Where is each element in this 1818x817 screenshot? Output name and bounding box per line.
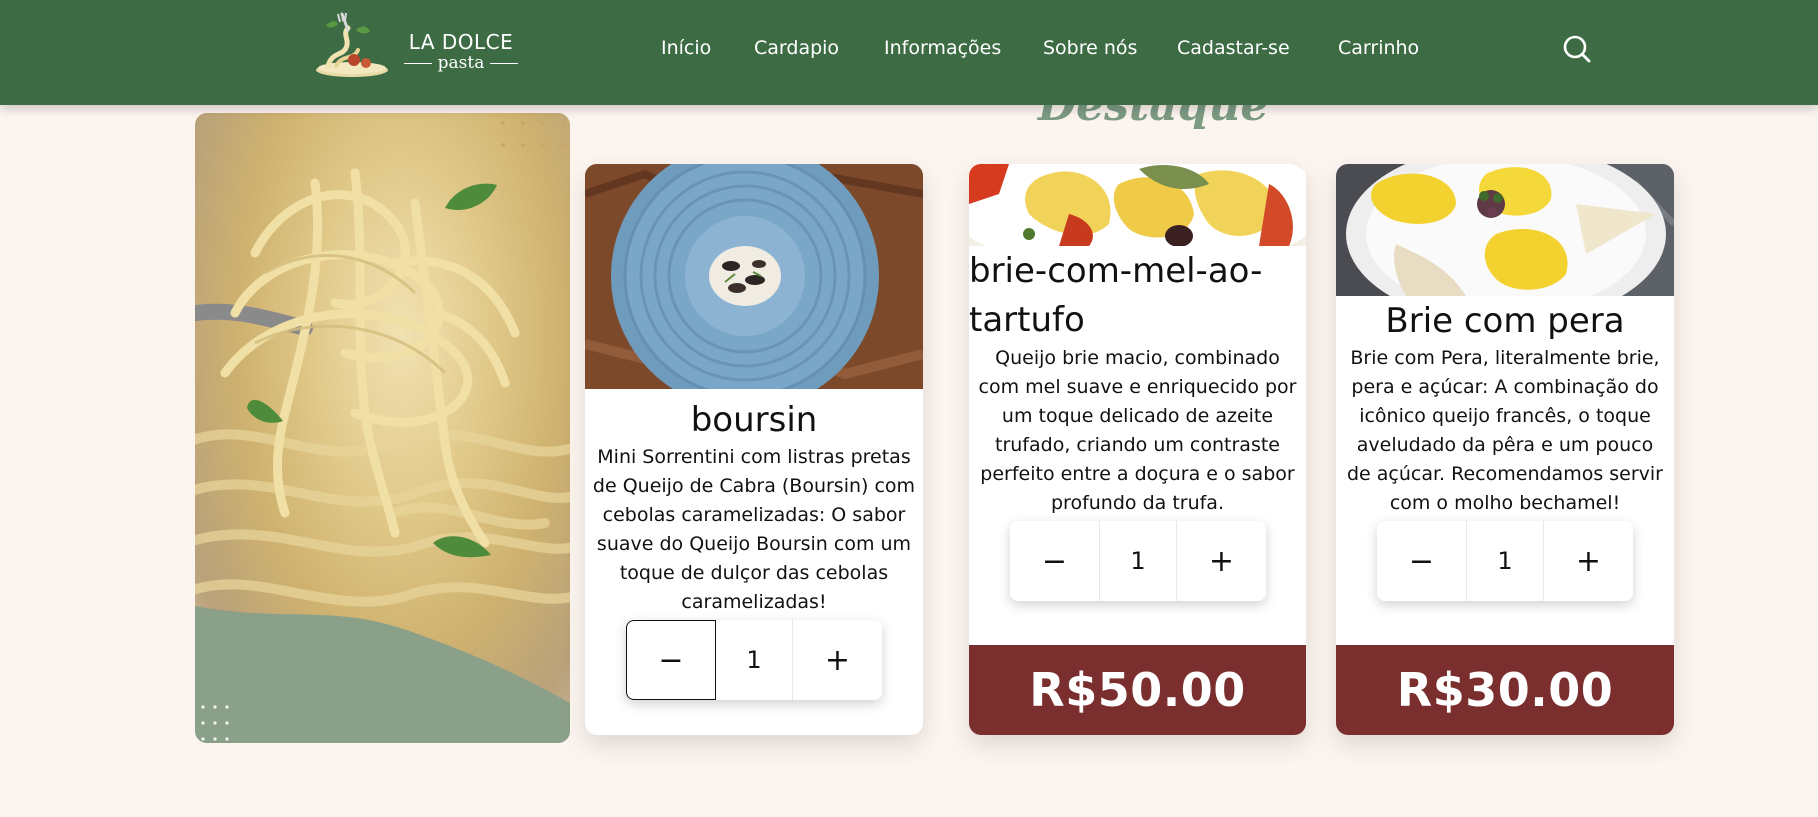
quantity-stepper: − 1 + — [1377, 521, 1633, 601]
increment-button[interactable]: + — [1543, 521, 1633, 601]
quantity-value: 1 — [746, 646, 762, 674]
nav-item-cardapio[interactable]: Cardapio — [754, 37, 839, 59]
product-description: Queijo brie macio, combinado com mel sua… — [978, 347, 1297, 514]
product-name: brie-com-mel-ao-tartufo — [969, 251, 1263, 340]
product-description: Brie com Pera, literalmente brie, pera e… — [1346, 347, 1663, 514]
nav-item-informacoes[interactable]: Informações — [884, 37, 1001, 59]
quantity-value: 1 — [1497, 547, 1513, 575]
product-image — [969, 164, 1306, 246]
increment-button[interactable]: + — [792, 620, 882, 700]
product-card-brie-com-pera: Brie com pera Brie com Pera, literalment… — [1336, 164, 1674, 735]
nav-item-inicio[interactable]: Início — [661, 37, 711, 59]
price-bar: R$50.00 — [969, 645, 1306, 735]
nav-item-sobre-nos[interactable]: Sobre nós — [1043, 37, 1137, 59]
navbar: LA DOLCE pasta Início Cardapio Informaçõ… — [0, 0, 1818, 105]
hero-pasta-image — [195, 113, 570, 743]
decrement-button[interactable]: − — [626, 620, 716, 700]
quantity-value: 1 — [1130, 547, 1146, 575]
price-bar: R$30.00 — [1336, 645, 1674, 735]
decrement-button[interactable]: − — [1010, 521, 1100, 601]
product-card-boursin: boursin Mini Sorrentini com listras pret… — [585, 164, 923, 735]
product-description: Mini Sorrentini com listras pretas de Qu… — [592, 446, 916, 613]
increment-button[interactable]: + — [1176, 521, 1266, 601]
quantity-stepper: − 1 + — [1010, 521, 1266, 601]
main-nav: Início Cardapio Informações Sobre nós Ca… — [0, 0, 1818, 100]
product-name: Brie com pera — [1385, 301, 1625, 341]
product-image — [585, 164, 923, 389]
product-name: boursin — [690, 400, 818, 440]
product-image — [1336, 164, 1674, 296]
search-icon — [1563, 35, 1591, 63]
decrement-button[interactable]: − — [1377, 521, 1467, 601]
nav-item-cadastrar[interactable]: Cadastar-se — [1177, 37, 1290, 59]
product-card-brie-mel-tartufo: brie-com-mel-ao-tartufo Queijo brie maci… — [969, 164, 1306, 735]
search-button[interactable] — [1562, 34, 1592, 64]
nav-item-carrinho[interactable]: Carrinho — [1338, 37, 1419, 59]
quantity-stepper: − 1 + — [626, 620, 882, 700]
